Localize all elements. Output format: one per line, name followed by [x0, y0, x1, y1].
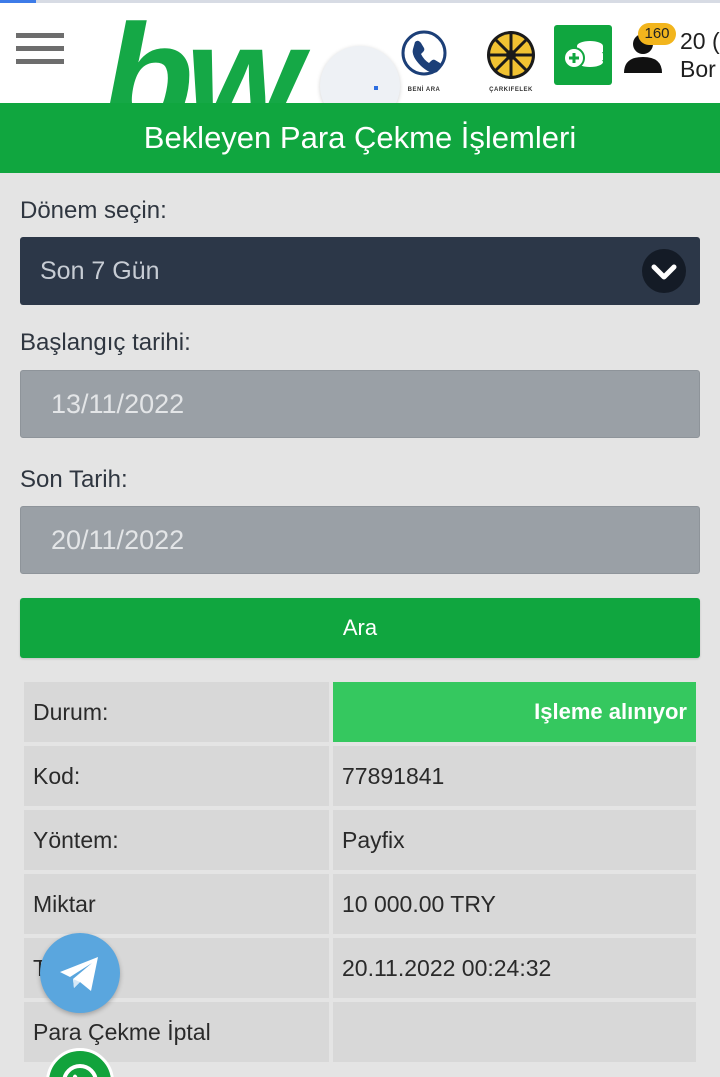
withdrawal-details-table: Durum: Işleme alınıyor Kod: 77891841 Yön…	[24, 682, 696, 1066]
cash-icon	[563, 41, 603, 69]
period-select[interactable]: Son 7 Gün	[20, 237, 700, 305]
balance-amount: 20 (	[680, 28, 720, 54]
amount-label: Miktar	[24, 874, 329, 934]
method-label: Yöntem:	[24, 810, 329, 870]
whatsapp-icon	[62, 1064, 98, 1077]
table-row: Durum: Işleme alınıyor	[24, 682, 696, 742]
table-row: Kod: 77891841	[24, 746, 696, 806]
wheel-icon	[487, 31, 535, 79]
status-badge: Işleme alınıyor	[333, 682, 696, 742]
phone-icon	[401, 30, 447, 76]
table-row: Para Çekme İptal	[24, 1002, 696, 1062]
balance-display[interactable]: 20 ( Bor	[680, 27, 720, 83]
notification-badge: 160	[638, 23, 676, 45]
wheel-of-fortune-button[interactable]: ÇARKIFELEK	[482, 27, 540, 97]
period-label: Dönem seçin:	[20, 197, 167, 224]
end-date-field[interactable]: 20/11/2022	[20, 506, 700, 574]
telegram-icon	[60, 957, 98, 991]
end-date-value: 20/11/2022	[51, 525, 185, 555]
table-row: Yöntem: Payfix	[24, 810, 696, 870]
chevron-down-icon[interactable]	[642, 249, 686, 293]
telegram-button[interactable]	[40, 933, 120, 1013]
wheel-caption: ÇARKIFELEK	[489, 87, 533, 93]
period-selected-value: Son 7 Gün	[40, 257, 160, 285]
amount-value: 10 000.00 TRY	[333, 874, 696, 934]
table-row: T 20.11.2022 00:24:32	[24, 938, 696, 998]
deposit-button[interactable]	[554, 25, 612, 85]
table-row: Miktar 10 000.00 TRY	[24, 874, 696, 934]
code-value: 77891841	[333, 746, 696, 806]
search-button[interactable]: Ara	[20, 598, 700, 658]
balance-bonus: Bor	[680, 56, 716, 82]
start-date-label: Başlangıç tarihi:	[20, 329, 191, 356]
end-date-label: Son Tarih:	[20, 466, 128, 493]
start-date-field[interactable]: 13/11/2022	[20, 370, 700, 438]
code-label: Kod:	[24, 746, 329, 806]
page-title: Bekleyen Para Çekme İşlemleri	[0, 103, 720, 173]
cancel-value[interactable]	[333, 1002, 696, 1062]
phone-caption: BENİ ARA	[407, 87, 441, 93]
date-value: 20.11.2022 00:24:32	[333, 938, 696, 998]
whatsapp-button[interactable]	[46, 1048, 114, 1077]
menu-icon[interactable]	[16, 33, 64, 69]
logo-text: bw	[102, 11, 311, 103]
start-date-value: 13/11/2022	[51, 389, 185, 419]
method-value: Payfix	[333, 810, 696, 870]
status-label: Durum:	[24, 682, 329, 742]
call-me-button[interactable]: BENİ ARA	[398, 27, 450, 97]
